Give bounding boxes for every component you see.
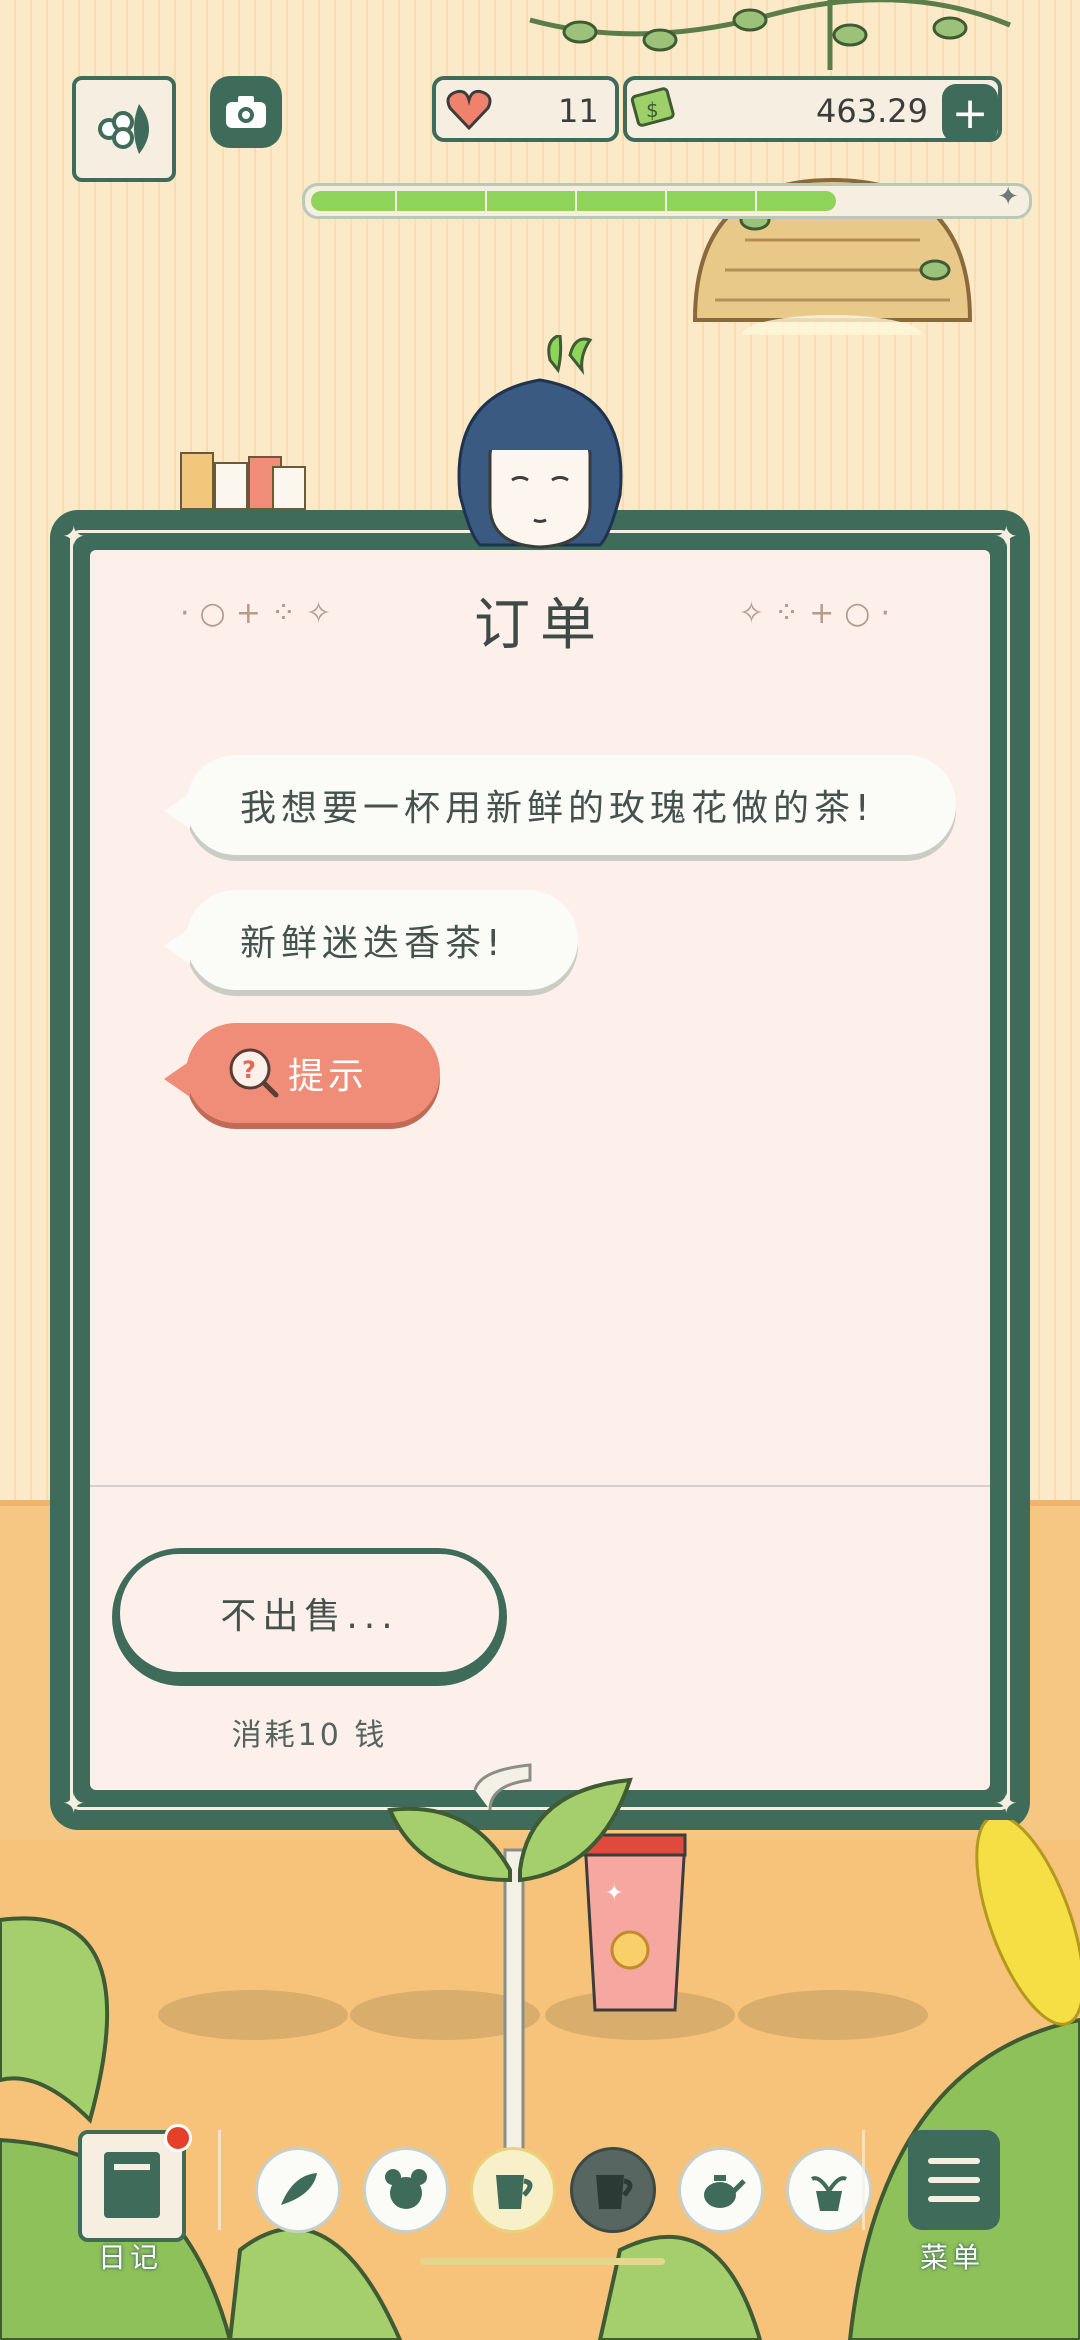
diary-button[interactable] — [78, 2124, 192, 2242]
bear-icon — [385, 2169, 427, 2209]
corner-sparkle-icon: ✦ — [994, 520, 1018, 553]
teapot-icon — [704, 2175, 746, 2208]
hearts-value: 11 — [557, 92, 599, 130]
customer-character — [457, 335, 623, 549]
title-decoration-right: ✧⁘+○· — [738, 596, 900, 631]
cup-icon — [496, 2175, 533, 2209]
nav-bear-button[interactable] — [363, 2147, 449, 2233]
plant-pot-icon — [811, 2176, 847, 2211]
hint-button[interactable]: ? 提示 — [164, 1023, 440, 1123]
decline-order-label: 不出售... — [120, 1554, 499, 1672]
divider — [90, 1485, 990, 1487]
nav-leaves-button[interactable] — [255, 2147, 341, 2233]
nav-cup-button[interactable] — [470, 2147, 556, 2233]
menu-button[interactable] — [908, 2130, 1000, 2230]
request-text: 新鲜迷迭香茶! — [240, 923, 506, 964]
money-counter: $ 463.29 + — [622, 76, 1002, 142]
menu-label: 菜单 — [920, 2241, 985, 2274]
diary-label: 日记 — [98, 2241, 163, 2274]
home-indicator[interactable] — [420, 2258, 665, 2265]
diary-book-icon — [104, 2152, 160, 2218]
request-text: 我想要一杯用新鲜的玫瑰花做的茶! — [240, 788, 875, 829]
mug-icon — [596, 2175, 633, 2209]
question-magnifier-icon: ? — [229, 1048, 279, 1098]
hint-label: 提示 — [288, 1056, 369, 1097]
corner-sparkle-icon: ✦ — [994, 1787, 1018, 1820]
nav-mug-button[interactable] — [570, 2147, 656, 2233]
hearts-counter: 11 — [432, 76, 619, 142]
resource-bar: 11 $ 463.29 + — [432, 76, 1002, 142]
decline-cost-text: 消耗10 钱 — [231, 1718, 388, 1753]
hamburger-menu-icon — [928, 2158, 980, 2202]
hanging-basket-lamp — [692, 177, 973, 335]
camera-button[interactable] — [210, 76, 282, 148]
sparkle-icon: ✦ — [997, 182, 1019, 212]
corner-sparkle-icon: ✦ — [62, 1787, 86, 1820]
svg-text:$: $ — [646, 98, 659, 122]
nav-plant-pot-button[interactable] — [786, 2147, 872, 2233]
order-dialog: ✦ ✦ ✦ ✦ ·○+⁘✧ 订单 ✧⁘+○· 我想要一杯用新鲜的玫瑰花做的茶! … — [50, 510, 1030, 1830]
nav-teapot-button[interactable] — [678, 2147, 764, 2233]
money-icon: $ — [630, 87, 675, 127]
decline-order-button[interactable]: 不出售... — [112, 1548, 507, 1686]
heart-icon — [446, 89, 492, 130]
collection-button[interactable] — [72, 76, 176, 182]
notification-dot — [164, 2124, 192, 2152]
svg-text:?: ? — [242, 1056, 260, 1084]
request-bubble: 我想要一杯用新鲜的玫瑰花做的茶! — [164, 755, 956, 855]
plant-collection-icon — [98, 104, 149, 154]
experience-fill — [311, 191, 836, 211]
add-money-button[interactable]: + — [942, 84, 998, 142]
camera-icon — [226, 96, 266, 128]
vine-decoration — [529, 0, 1011, 70]
request-bubble: 新鲜迷迭香茶! — [164, 890, 578, 990]
money-value: 463.29 — [816, 92, 928, 130]
experience-bar: ✦ — [302, 182, 1032, 219]
corner-sparkle-icon: ✦ — [62, 520, 86, 553]
shelf-books — [180, 450, 306, 510]
leaves-icon — [281, 2173, 317, 2205]
